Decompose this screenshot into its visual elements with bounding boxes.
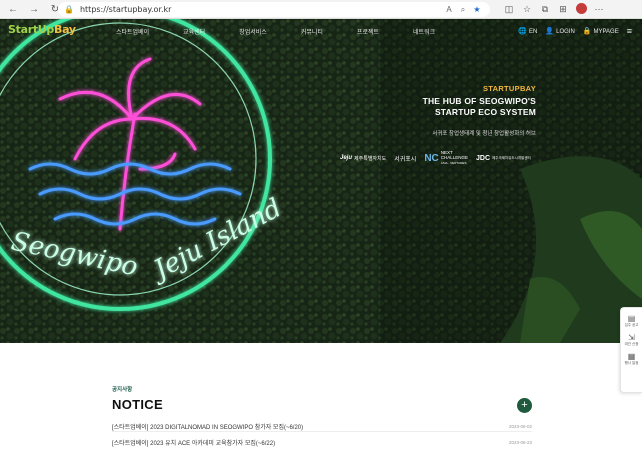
jeju-logo-sub: 제주특별자치도 (354, 155, 387, 162)
read-aloud-icon[interactable]: A (442, 5, 456, 14)
notice-divider (112, 431, 532, 432)
hero-subtitle: 서귀포 창업생태계 및 청년 창업활성화의 허브 (432, 131, 536, 137)
mypage-label: MYPAGE (593, 29, 619, 35)
lock-icon: 🔒 (582, 28, 592, 35)
menu-community[interactable]: 커뮤니티 (301, 27, 323, 36)
quick-menu: ▤ 입주 공고 ⇲ 대관 신청 ▦ 행사 일정 (620, 307, 642, 393)
notice-item-title[interactable]: [스타트업베이] 2023 유치 ACE 아카데미 교육참가자 모집(~6/22… (112, 438, 275, 447)
hamburger-menu-icon[interactable]: ≡ (627, 26, 632, 36)
hero-banner: Seogwipo Jeju Island (0, 19, 642, 343)
mypage-button[interactable]: 🔒 MYPAGE (583, 27, 619, 35)
quick-item-schedule[interactable]: ▦ 행사 일정 (621, 352, 642, 366)
quick-item-rental[interactable]: ⇲ 대관 신청 (621, 333, 642, 347)
hero-title-line2: STARTUP ECO SYSTEM (434, 107, 536, 117)
extensions-icon[interactable]: ⊞ (554, 4, 572, 15)
menu-network[interactable]: 네트워크 (413, 27, 435, 36)
notice-item-title[interactable]: [스타트업베이] 2023 DIGITALNOMAD IN SEOGWIPO 참… (112, 422, 303, 431)
seogwipo-logo: 서귀포시 (394, 154, 416, 163)
hero-copy: STARTUPBAY THE HUB OF SEOGWIPO'S STARTUP… (423, 84, 536, 137)
notice-title: NOTICE (112, 397, 163, 412)
lock-icon[interactable]: 🔒 (64, 5, 74, 14)
language-label: EN (529, 29, 538, 35)
profile-icon[interactable] (572, 3, 590, 16)
jdc-logo: JDC 제주국제자유도시개발센터 (476, 155, 531, 162)
jdc-logo-sub: 제주국제자유도시개발센터 (492, 155, 531, 160)
more-icon[interactable]: ⋯ (590, 4, 608, 15)
browser-actions: ◫ ☆ ⧉ ⊞ ⋯ (500, 2, 608, 17)
split-screen-icon[interactable]: ◫ (500, 4, 518, 15)
document-icon: ▤ (627, 314, 636, 323)
seogwipo-logo-text: 서귀포시 (394, 156, 417, 163)
nc-logo-mark: NC (424, 152, 439, 164)
utility-menu: 🌐 EN 👤 LOGIN 🔒 MYPAGE ≡ (518, 26, 632, 36)
hero-title-line1: THE HUB OF SEOGWIPO'S (422, 96, 536, 106)
partner-logos: Jeju 제주특별자치도 서귀포시 NC NEXT CHALLENGE ASIA… (340, 150, 531, 166)
menu-education[interactable]: 교육센터 (183, 27, 205, 36)
favorites-icon[interactable]: ☆ (518, 4, 536, 15)
notice-item-date: 2023-06-02 (508, 424, 532, 429)
quick-item-label: 행사 일정 (624, 361, 639, 365)
neon-sign-illustration: Seogwipo Jeju Island (0, 19, 642, 343)
collections-icon[interactable]: ⧉ (536, 4, 554, 15)
notice-item[interactable]: [스타트업베이] 2023 DIGITALNOMAD IN SEOGWIPO 참… (112, 422, 532, 431)
jdc-logo-mark: JDC (476, 154, 491, 162)
forward-icon[interactable]: → (26, 1, 42, 17)
globe-icon: 🌐 (518, 28, 528, 35)
user-icon: 👤 (545, 28, 555, 35)
site-header: StartUpBay 스타트업베이 교육센터 창업서비스 커뮤니티 프로젝트 네… (0, 19, 642, 45)
logo-end: Bay (54, 23, 76, 36)
notice-more-button[interactable]: + (517, 398, 532, 413)
login-label: LOGIN (556, 29, 575, 35)
hero-brand: STARTUPBAY (482, 84, 536, 93)
language-button[interactable]: 🌐 EN (518, 27, 537, 35)
site-logo[interactable]: StartUpBay (8, 23, 76, 36)
logo-start: StartUp (8, 23, 54, 36)
arrows-icon: ⇲ (628, 333, 635, 342)
menu-project[interactable]: 프로젝트 (357, 27, 379, 36)
quick-item-label: 대관 신청 (624, 342, 639, 346)
login-button[interactable]: 👤 LOGIN (545, 27, 574, 35)
back-icon[interactable]: ← (5, 1, 21, 17)
notice-item[interactable]: [스타트업베이] 2023 유치 ACE 아카데미 교육참가자 모집(~6/22… (112, 438, 532, 447)
next-challenge-logo: NC NEXT CHALLENGE ASIA · VENTURES (424, 150, 468, 166)
notice-eyebrow: 공지사항 (112, 387, 133, 393)
nc-logo-line2: CHALLENGE (440, 155, 469, 160)
address-bar[interactable]: 🔒 https://startupbay.or.kr A ⌕ ★ (58, 2, 490, 17)
calendar-icon: ▦ (627, 352, 636, 361)
jeju-logo-text: Jeju (340, 155, 353, 161)
notice-item-date: 2023-06-23 (508, 440, 532, 445)
zoom-icon[interactable]: ⌕ (456, 5, 470, 15)
quick-item-notice[interactable]: ▤ 입주 공고 (621, 314, 642, 328)
notice-section: 공지사항 NOTICE + [스타트업베이] 2023 DIGITALNOMAD… (0, 343, 642, 449)
menu-startupbay[interactable]: 스타트업베이 (116, 27, 149, 36)
menu-services[interactable]: 창업서비스 (239, 27, 267, 36)
url-text[interactable]: https://startupbay.or.kr (80, 5, 172, 14)
main-navigation: 스타트업베이 교육센터 창업서비스 커뮤니티 프로젝트 네트워크 (116, 27, 469, 36)
favorite-star-icon[interactable]: ★ (470, 5, 484, 14)
nc-logo-line3: ASIA · VENTURES (440, 161, 467, 165)
jeju-logo: Jeju 제주특별자치도 (340, 155, 386, 162)
quick-item-label: 입주 공고 (624, 323, 639, 327)
